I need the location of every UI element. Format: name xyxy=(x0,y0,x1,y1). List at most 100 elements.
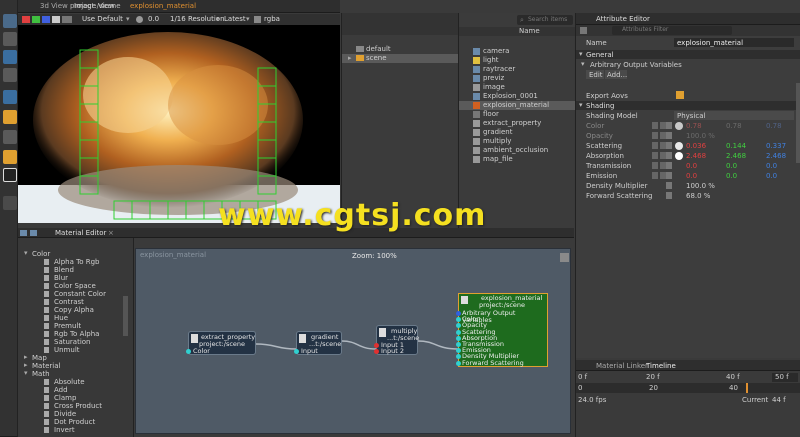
camera-tool-icon[interactable] xyxy=(3,90,17,104)
input-port[interactable] xyxy=(456,329,461,335)
library-item[interactable]: Invert xyxy=(18,426,122,434)
input-port[interactable] xyxy=(456,317,461,323)
attribute-value[interactable]: 68.0 % xyxy=(686,192,710,200)
blue-channel-icon[interactable] xyxy=(42,16,50,23)
edit-button[interactable]: Edit xyxy=(586,70,604,79)
keyframe-icon[interactable] xyxy=(652,132,658,139)
keyframe-icon[interactable] xyxy=(652,152,658,159)
attribute-editor-title[interactable]: Attribute Editor xyxy=(596,15,650,23)
version-dropdown[interactable]: Latest xyxy=(224,15,246,23)
end-frame-field[interactable]: 50 f xyxy=(772,373,798,382)
input-port[interactable] xyxy=(456,348,461,354)
outliner-item[interactable]: floor xyxy=(459,110,575,119)
input-port[interactable] xyxy=(294,349,299,354)
library-item[interactable]: Dot Product xyxy=(18,418,122,426)
expand-arrow-icon[interactable]: ▸ xyxy=(24,353,28,361)
library-item[interactable]: Color Space xyxy=(18,282,122,290)
library-item[interactable]: ▾ Color xyxy=(18,249,122,258)
attribute-value[interactable]: 0.0 xyxy=(766,162,777,170)
library-item[interactable]: Contrast xyxy=(18,298,122,306)
library-item[interactable]: ▾ Math xyxy=(18,369,122,378)
keyframe-icon[interactable] xyxy=(652,122,658,129)
outliner-item[interactable]: light xyxy=(459,56,575,65)
attribute-value[interactable]: 2.468 xyxy=(686,152,706,160)
extract-property-node[interactable]: extract_property project:/scene Color xyxy=(186,331,256,355)
breadcrumb-scene[interactable]: scene xyxy=(100,2,121,10)
input-port[interactable] xyxy=(186,349,191,354)
material-editor-title[interactable]: Material Editor xyxy=(55,229,106,237)
library-item[interactable]: Constant Color xyxy=(18,290,122,298)
scale-tool-icon[interactable] xyxy=(3,68,17,82)
input-port[interactable] xyxy=(456,354,461,360)
outliner-column-header[interactable]: Name xyxy=(459,27,575,36)
close-icon[interactable]: × xyxy=(108,229,114,237)
breadcrumb-project[interactable]: project:/ xyxy=(70,2,99,10)
expand-arrow-icon[interactable]: ▾ xyxy=(24,369,28,377)
keyframe-icon[interactable] xyxy=(652,172,658,179)
outliner-item[interactable]: map_file xyxy=(459,155,575,164)
library-item[interactable]: Premult xyxy=(18,322,122,330)
current-frame-field[interactable]: 44 f xyxy=(772,396,786,404)
multiply-node[interactable]: multiply ...t:/scene Input 1 Input 2 xyxy=(374,325,419,355)
outliner-item[interactable]: gradient xyxy=(459,128,575,137)
tab-material-linker[interactable]: Material Linker xyxy=(596,362,648,370)
library-item[interactable]: Clamp xyxy=(18,394,122,402)
color-swatch-icon[interactable] xyxy=(675,152,683,160)
attribute-value[interactable]: 0.78 xyxy=(766,122,782,130)
attribute-value[interactable]: 0.78 xyxy=(686,122,702,130)
playhead[interactable] xyxy=(746,383,748,393)
library-item[interactable]: Unmult xyxy=(18,346,122,354)
input-port[interactable] xyxy=(456,342,461,347)
node-graph-canvas[interactable]: explosion_material Zoom: 100% extract_pr… xyxy=(135,248,571,434)
expand-arrow-icon[interactable]: ▾ xyxy=(24,249,28,257)
attribute-value[interactable]: 2.468 xyxy=(726,152,746,160)
attribute-value[interactable]: 100.0 % xyxy=(686,132,715,140)
reset-icon[interactable] xyxy=(666,162,672,169)
attribute-value[interactable]: 0.0 xyxy=(686,162,697,170)
attribute-value[interactable]: 2.468 xyxy=(766,152,786,160)
pointer-tool-icon[interactable] xyxy=(3,130,17,144)
outliner-item[interactable]: raytracer xyxy=(459,65,575,74)
scene-tree-item-scene[interactable]: ▸ scene xyxy=(342,54,458,63)
keyframe-icon[interactable] xyxy=(652,162,658,169)
attribute-value[interactable]: 0.144 xyxy=(726,142,746,150)
input-port[interactable] xyxy=(456,360,461,366)
library-item[interactable]: ▸ Material xyxy=(18,361,122,370)
explosion-material-node[interactable]: explosion_material project:/scene Arbitr… xyxy=(456,293,548,367)
library-item[interactable]: Alpha To Rgb xyxy=(18,258,122,266)
outliner-item[interactable]: image xyxy=(459,83,575,92)
library-item[interactable]: Divide xyxy=(18,410,122,418)
display-dropdown[interactable]: Use Default xyxy=(82,15,123,23)
library-item[interactable]: ▸ Map xyxy=(18,353,122,362)
timeline-ruler[interactable]: 0 20 40 xyxy=(576,383,800,393)
attribute-value[interactable]: 0.0 xyxy=(726,172,737,180)
render-viewport[interactable] xyxy=(18,25,340,223)
name-field[interactable]: explosion_material xyxy=(674,38,794,47)
move-tool-icon[interactable] xyxy=(3,32,17,46)
exposure-field[interactable]: 0.0 xyxy=(148,15,159,23)
green-channel-icon[interactable] xyxy=(32,16,40,23)
export-aovs-checkbox[interactable] xyxy=(676,91,684,99)
outliner-item[interactable]: previz xyxy=(459,74,575,83)
color-swatch-icon[interactable] xyxy=(675,122,683,130)
gradient-node[interactable]: gradient ...t:/scene Input xyxy=(294,331,342,355)
library-item[interactable]: Blend xyxy=(18,266,122,274)
input-port[interactable] xyxy=(456,323,461,329)
settings-tool-icon[interactable] xyxy=(3,196,17,210)
reset-icon[interactable] xyxy=(666,152,672,159)
reset-icon[interactable] xyxy=(666,122,672,129)
color-swatch-icon[interactable] xyxy=(675,142,683,150)
outliner-item[interactable]: explosion_material xyxy=(459,101,575,110)
input-port[interactable] xyxy=(456,335,461,341)
library-item[interactable]: Saturation xyxy=(18,338,122,346)
expand-arrow-icon[interactable]: ▸ xyxy=(348,54,352,62)
shading-section-header[interactable]: ▾ Shading xyxy=(576,101,800,110)
general-section-header[interactable]: ▾ General xyxy=(576,50,800,59)
aov-group-header[interactable]: ▾ Arbitrary Output Variables xyxy=(576,60,800,69)
reset-icon[interactable] xyxy=(666,172,672,179)
lock-icon[interactable] xyxy=(580,27,587,34)
render-tool-icon[interactable] xyxy=(3,110,17,124)
channel-dropdown[interactable]: rgba xyxy=(264,15,280,23)
fps-field[interactable]: 24.0 fps xyxy=(578,396,606,404)
attribute-value[interactable]: 0.78 xyxy=(726,122,742,130)
